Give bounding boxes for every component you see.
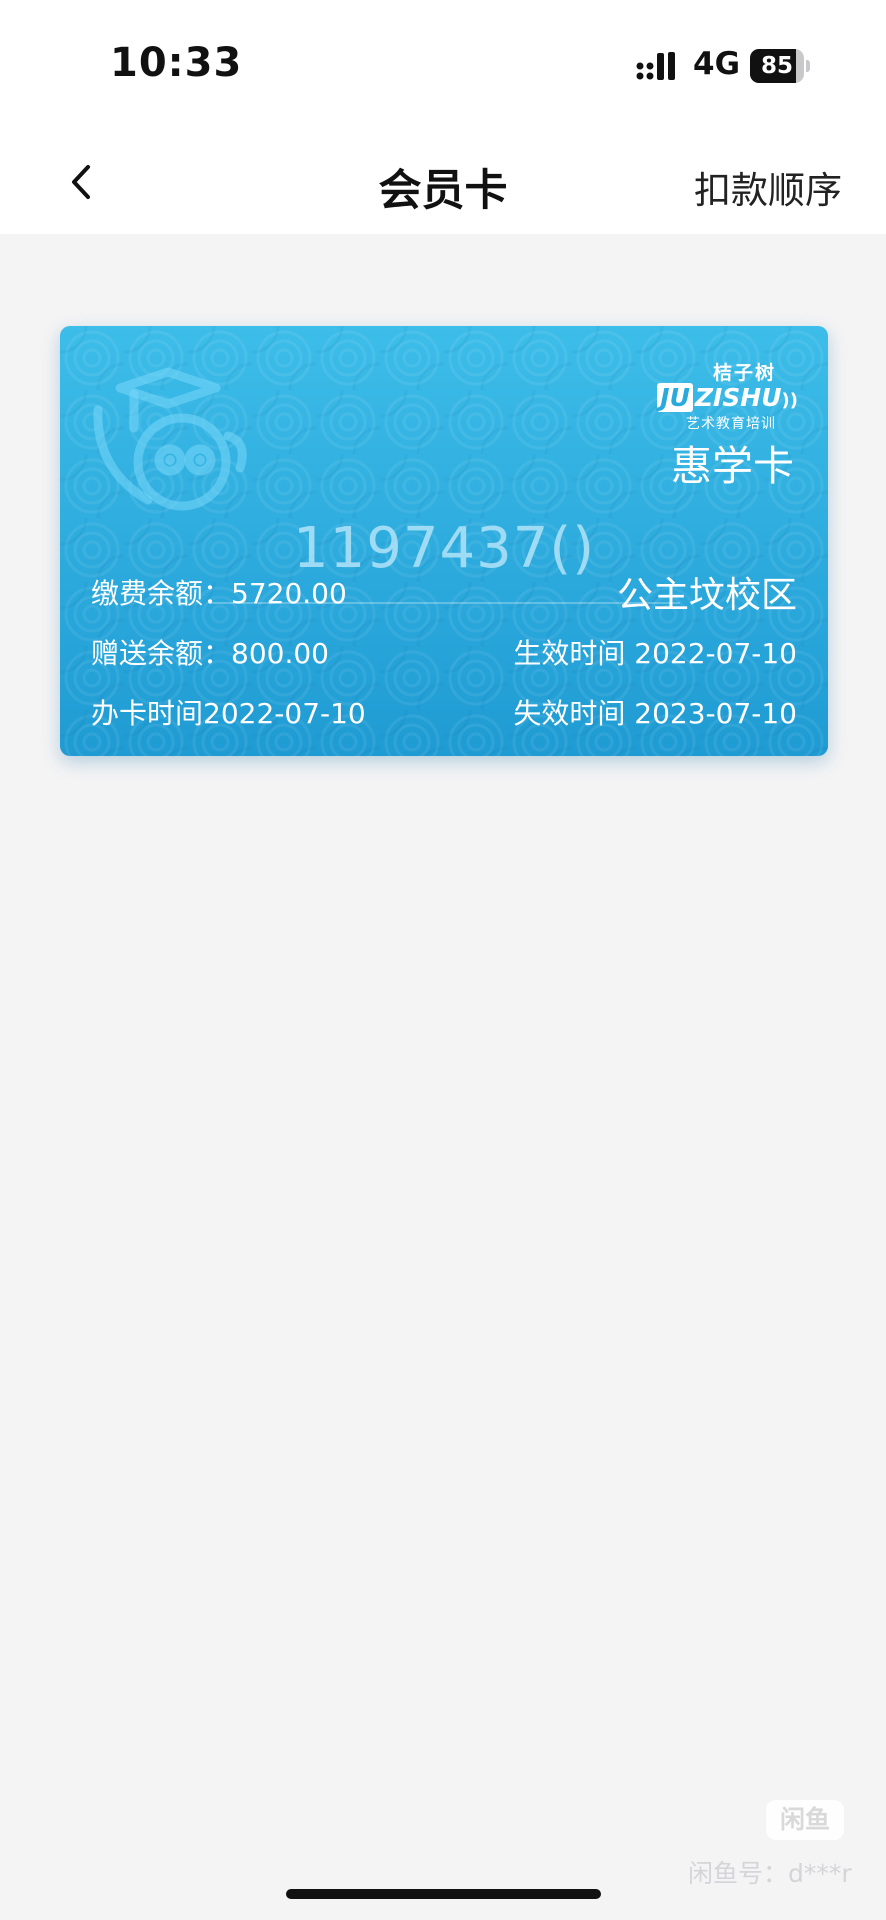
- battery-icon: 85: [750, 49, 810, 83]
- battery-tip: [806, 60, 810, 72]
- battery-level: 85: [760, 53, 793, 79]
- paid-balance: 缴费余额：5720.00: [91, 572, 347, 612]
- effective-date: 生效时间 2022-07-10: [513, 632, 797, 672]
- graduate-mascot-icon: [93, 367, 247, 511]
- bonus-balance: 赠送余额：800.00: [91, 632, 329, 672]
- brand-waves-icon: )): [781, 390, 798, 411]
- xianyu-watermark-id: 闲鱼号：d***r: [688, 1859, 852, 1888]
- brand-en-suffix: ZISHU: [694, 383, 782, 412]
- issue-date-value: 2022-07-10: [203, 697, 366, 730]
- chevron-left-icon: [72, 165, 90, 199]
- campus-name: 公主坟校区: [616, 575, 797, 616]
- issue-date-label: 办卡时间: [91, 697, 204, 730]
- issue-date: 办卡时间2022-07-10: [91, 692, 366, 732]
- expire-date: 失效时间 2023-07-10: [513, 692, 797, 732]
- brand-tagline: 艺术教育培训: [686, 416, 776, 432]
- signal-icon: [636, 52, 675, 80]
- xianyu-watermark-badge: 闲鱼: [766, 1800, 844, 1840]
- card-type: 惠学卡: [671, 442, 794, 490]
- network-label: 4G: [693, 46, 741, 82]
- expire-date-label: 失效时间: [513, 697, 626, 730]
- status-time: 10:33: [110, 40, 243, 86]
- paid-balance-label: 缴费余额：: [91, 577, 232, 610]
- bonus-balance-value: 800.00: [231, 637, 329, 670]
- paid-balance-value: 5720.00: [231, 577, 347, 610]
- membership-card[interactable]: 桔子树 JU ZISHU)) 艺术教育培训 惠学卡 1197437() 缴费余额：…: [60, 326, 828, 756]
- back-button[interactable]: [50, 150, 114, 214]
- effective-date-label: 生效时间: [513, 637, 626, 670]
- brand-en-prefix: JU: [657, 383, 693, 412]
- effective-date-value: 2022-07-10: [634, 637, 797, 670]
- status-bar: 10:33 4G 85: [0, 0, 886, 130]
- page-title: 会员卡: [378, 166, 508, 216]
- brand-logo: 桔子树 JU ZISHU)) 艺术教育培训: [648, 358, 798, 433]
- nav-bar: 会员卡 扣款顺序: [0, 130, 886, 234]
- deduct-order-button[interactable]: 扣款顺序: [694, 160, 842, 214]
- battery-body: 85: [750, 49, 804, 83]
- brand-name-en: JU ZISHU)): [648, 383, 798, 412]
- bonus-balance-label: 赠送余额：: [91, 637, 232, 670]
- expire-date-value: 2023-07-10: [634, 697, 797, 730]
- brand-name-cn: 桔子树: [712, 362, 776, 384]
- home-indicator[interactable]: [286, 1889, 601, 1899]
